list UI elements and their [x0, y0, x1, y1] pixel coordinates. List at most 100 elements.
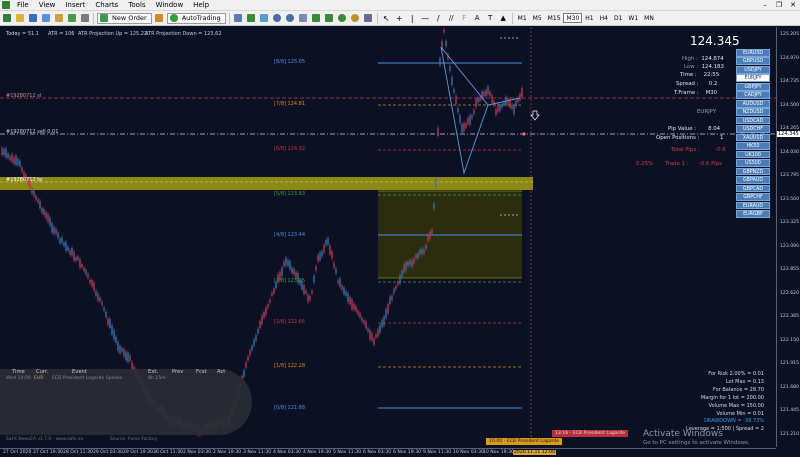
cursor-button[interactable]: ↖: [381, 13, 392, 24]
news-marker-2[interactable]: 16:00 - ECB President Lagarde: [486, 438, 563, 445]
autoscroll-button[interactable]: [311, 13, 322, 24]
symbol-button-usdcad[interactable]: USDCAD: [736, 116, 770, 125]
timeframe-m5[interactable]: M5: [530, 13, 545, 23]
timeframe-d1[interactable]: D1: [611, 13, 625, 23]
vertical-line-button[interactable]: |: [407, 13, 418, 24]
zoom-in-button[interactable]: [272, 13, 283, 24]
tester-button[interactable]: [79, 13, 90, 24]
line-chart-button[interactable]: [259, 13, 270, 24]
symbol-button-gbpchf[interactable]: GBPCHF: [736, 193, 770, 201]
symbol-button-gbpjpy[interactable]: GBPJPY: [736, 82, 770, 91]
meta-editor-button[interactable]: [154, 13, 165, 24]
data-window-button[interactable]: [40, 13, 51, 24]
timeframe-h4[interactable]: H4: [597, 13, 611, 23]
candle-body: [435, 178, 437, 188]
time-axis-label: 4 Nov 03:30: [273, 450, 302, 455]
pip-value: 8.04: [708, 126, 721, 132]
candle-body: [283, 261, 285, 267]
symbol-button-usdchf[interactable]: USDCHF: [736, 125, 770, 133]
candle-body: [267, 304, 269, 308]
text-button[interactable]: A: [472, 13, 483, 24]
minimize-icon[interactable]: –: [758, 0, 772, 11]
symbol-button-uk100[interactable]: UK100: [736, 150, 770, 159]
candle-body: [261, 315, 263, 325]
restore-icon[interactable]: ❐: [772, 0, 786, 11]
symbol-button-eurusd[interactable]: EURUSD: [736, 49, 770, 57]
candle-body: [393, 288, 395, 294]
symbol-button-audusd[interactable]: AUDUSD: [736, 99, 770, 108]
footer-source: Source: Forex Factory: [110, 437, 158, 442]
zoom-out-button[interactable]: [285, 13, 296, 24]
menu-window[interactable]: Window: [151, 0, 189, 11]
timeframe-w1[interactable]: W1: [625, 13, 641, 23]
candle-body: [265, 307, 267, 316]
new-order-button[interactable]: New Order: [97, 12, 152, 24]
candle-body: [391, 295, 393, 301]
crosshair-button[interactable]: +: [394, 13, 405, 24]
symbol-button-usdjpy[interactable]: USDJPY: [736, 65, 770, 74]
candle-body: [51, 223, 53, 233]
templates-button[interactable]: [363, 13, 374, 24]
timeframe-h1[interactable]: H1: [582, 13, 596, 23]
candle-body: [307, 294, 309, 302]
tile-windows-button[interactable]: [298, 13, 309, 24]
symbol-button-xauusd[interactable]: XAUUSD: [736, 133, 770, 142]
indicators-button[interactable]: [337, 13, 348, 24]
timeframe-mn[interactable]: MN: [641, 13, 657, 23]
candle-body: [47, 213, 49, 223]
horizontal-line-button[interactable]: —: [420, 13, 431, 24]
menu-charts[interactable]: Charts: [90, 0, 123, 11]
candle-body: [355, 305, 357, 312]
event-title[interactable]: ECB President Lagarde Speaks: [52, 376, 122, 381]
new-chart-button[interactable]: [1, 13, 12, 24]
menu-insert[interactable]: Insert: [60, 0, 90, 11]
menu-file[interactable]: File: [12, 0, 34, 11]
arrows-button[interactable]: ▲: [498, 13, 509, 24]
symbol-button-hk50[interactable]: HK50: [736, 142, 770, 150]
timeframe-m15[interactable]: M15: [545, 13, 564, 23]
triangle-pattern[interactable]: [440, 46, 489, 175]
symbol-button-gbpaud[interactable]: GBPAUD: [736, 176, 770, 184]
symbol-button-nzdusd[interactable]: NZDUSD: [736, 108, 770, 116]
channel-button[interactable]: //: [446, 13, 457, 24]
candle-body: [389, 296, 391, 305]
fibonacci-button[interactable]: F: [459, 13, 470, 24]
price-axis[interactable]: 125.205 124.970 124.735 124.500 124.265 124.0…: [776, 27, 800, 447]
candle-body: [53, 226, 55, 235]
timeframe-m1[interactable]: M1: [515, 13, 530, 23]
menu-view[interactable]: View: [34, 0, 61, 11]
news-marker-1[interactable]: 13:16 - ECB President Lagarde: [552, 430, 629, 437]
label-button[interactable]: T: [485, 13, 496, 24]
symbol-button-eurjpy[interactable]: EURJPY: [736, 74, 770, 83]
periods-button[interactable]: [350, 13, 361, 24]
symbol-button-gbpnzd[interactable]: GBPNZD: [736, 167, 770, 176]
open-positions-row: Open Positions : 1: [656, 135, 723, 141]
menu-help[interactable]: Help: [188, 0, 214, 11]
candle-body: [419, 249, 421, 255]
symbol-button-us500[interactable]: US500: [736, 159, 770, 167]
high-row: High : 124.874: [682, 56, 724, 62]
symbol-button-gbpusd[interactable]: GBPUSD: [736, 57, 770, 66]
events-header-act: Act: [217, 369, 226, 375]
bar-chart-button[interactable]: [233, 13, 244, 24]
trendline-button[interactable]: /: [433, 13, 444, 24]
close-icon[interactable]: ✕: [786, 0, 800, 11]
auto-trading-button[interactable]: AutoTrading: [166, 12, 226, 24]
candle-body: [91, 280, 93, 287]
candle-body: [305, 290, 307, 294]
candle-body: [365, 321, 367, 329]
chart-shift-button[interactable]: [324, 13, 335, 24]
symbol-button-eurgbp[interactable]: EURGBP: [736, 210, 770, 218]
terminal-button[interactable]: [66, 13, 77, 24]
time-axis[interactable]: 27 Oct 2020 27 Oct 19:30 28 Oct 11:30 29 Oc…: [0, 448, 776, 457]
symbol-button-cadjpy[interactable]: CADJPY: [736, 91, 770, 100]
navigator-button[interactable]: [53, 13, 64, 24]
profiles-button[interactable]: [14, 13, 25, 24]
timeframe-m30[interactable]: M30: [563, 13, 583, 23]
candlestick-button[interactable]: [246, 13, 257, 24]
market-watch-button[interactable]: [27, 13, 38, 24]
symbol-button-gbpcad[interactable]: GBPCAD: [736, 184, 770, 193]
menu-tools[interactable]: Tools: [123, 0, 150, 11]
symbol-button-euraud[interactable]: EURAUD: [736, 201, 770, 210]
price-chart[interactable]: Today = 51.1 ATR = 106 ATR Projection Up…: [0, 27, 800, 457]
